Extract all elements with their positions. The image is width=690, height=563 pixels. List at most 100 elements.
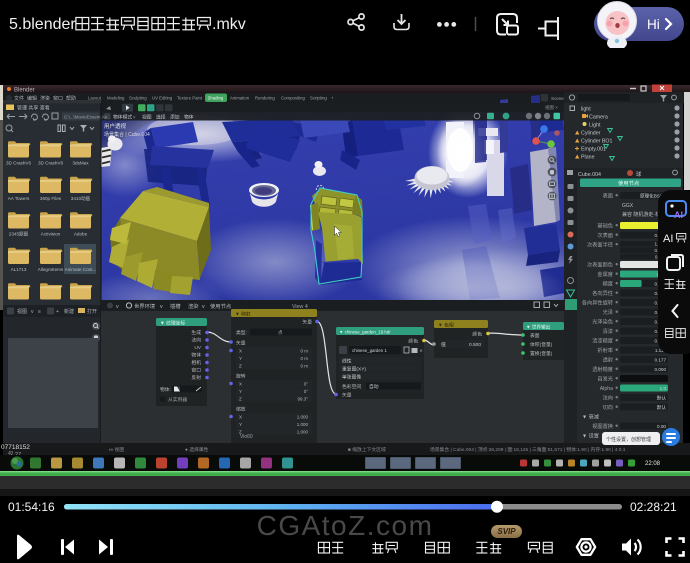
- svg-text:Camera: Camera: [589, 115, 608, 121]
- svg-text:AI: AI: [674, 210, 683, 220]
- svg-text:X: X: [239, 382, 242, 387]
- svg-text:用户透视: 用户透视: [104, 122, 127, 130]
- svg-text:置换(音量): 置换(音量): [530, 350, 553, 357]
- svg-text:使用节点: 使用节点: [618, 179, 640, 187]
- svg-text:v: v: [116, 304, 119, 310]
- svg-text:0°: 0°: [304, 382, 309, 387]
- svg-text:切向: 切向: [603, 403, 613, 411]
- svg-text:新建: 新建: [64, 308, 74, 315]
- svg-text:各向异性旋转: 各向异性旋转: [582, 298, 613, 306]
- svg-text:GGX: GGX: [622, 203, 634, 209]
- svg-text:渲染: 渲染: [188, 302, 199, 310]
- svg-text:法向: 法向: [603, 393, 613, 401]
- svg-text:Z: Z: [239, 364, 242, 369]
- svg-text:体积(音量): 体积(音量): [530, 341, 553, 348]
- svg-text:Scene: Scene: [551, 96, 564, 101]
- svg-text:默认: 默认: [657, 394, 667, 401]
- svg-text:个性设置，创想管理: 个性设置，创想管理: [606, 436, 651, 443]
- svg-text:场景集合 | Cube.004: 场景集合 | Cube.004: [104, 131, 150, 138]
- svg-text:颜色: 颜色: [408, 338, 418, 345]
- svg-text:Animation: Animation: [230, 96, 250, 101]
- svg-text:3D CrashV8: 3D CrashV8: [38, 161, 63, 166]
- svg-text:3D CrashV6: 3D CrashV6: [6, 161, 31, 166]
- svg-text:0.000: 0.000: [655, 367, 667, 372]
- svg-text:v: v: [160, 304, 163, 310]
- svg-text:视图: 视图: [142, 114, 152, 121]
- svg-text:金属度: 金属度: [597, 270, 613, 278]
- svg-text:Shading: Shading: [208, 96, 224, 101]
- svg-text:Z: Z: [239, 397, 242, 402]
- svg-text:1.000: 1.000: [297, 415, 309, 420]
- svg-text:Empty.001: Empty.001: [581, 147, 606, 153]
- svg-text:AL1713: AL1713: [11, 267, 27, 272]
- svg-text:◑v 视图: ◑v 视图: [108, 446, 124, 453]
- svg-text:v: v: [202, 304, 205, 310]
- svg-text:物体: 物体: [184, 114, 194, 121]
- svg-text:▼ 纹理坐标: ▼ 纹理坐标: [160, 320, 185, 327]
- svg-text:物体:: 物体:: [160, 386, 171, 393]
- svg-text:相机: 相机: [191, 359, 201, 366]
- svg-text:球: 球: [636, 170, 642, 178]
- svg-text:X: X: [239, 349, 242, 354]
- svg-text:▼ 世界输出: ▼ 世界输出: [526, 324, 551, 331]
- svg-text:Cylinder BO1: Cylinder BO1: [581, 139, 613, 145]
- svg-text:类型:: 类型:: [236, 329, 247, 336]
- svg-text:0.500: 0.500: [469, 342, 481, 348]
- svg-text:Rendering: Rendering: [255, 96, 275, 101]
- svg-text:UV: UV: [194, 345, 201, 351]
- svg-text:0.00: 0.00: [657, 424, 666, 429]
- svg-text:.mkv: .mkv: [212, 16, 246, 33]
- svg-text:使用节点: 使用节点: [210, 302, 232, 310]
- svg-text:法向: 法向: [191, 337, 201, 344]
- svg-text:AA Towers: AA Towers: [8, 196, 30, 201]
- svg-text:5.blender: 5.blender: [9, 16, 76, 33]
- svg-text:从实例器: 从实例器: [168, 396, 187, 403]
- svg-text:Adobe: Adobe: [74, 232, 88, 237]
- svg-text:Activision: Activision: [41, 232, 61, 237]
- svg-text:0°: 0°: [304, 389, 309, 394]
- svg-text:Y: Y: [239, 389, 242, 394]
- svg-text:打开: 打开: [87, 308, 97, 315]
- svg-text:次表面半径: 次表面半径: [587, 240, 613, 248]
- svg-text:▼ 映射: ▼ 映射: [235, 311, 251, 318]
- svg-text:透射糙度: 透射糙度: [592, 365, 613, 373]
- svg-text:▼ chinese_garden_19.hdr: ▼ chinese_garden_19.hdr: [339, 330, 391, 335]
- svg-text:矢量: 矢量: [302, 319, 312, 326]
- svg-text:3410动画: 3410动画: [71, 195, 91, 202]
- svg-text:■ 缩放上下文区域: ■ 缩放上下文区域: [348, 446, 386, 453]
- svg-text:自动: 自动: [369, 383, 379, 390]
- svg-text:清漆糙度: 清漆糙度: [592, 336, 613, 344]
- svg-text:反射: 反射: [191, 374, 201, 381]
- svg-text:AllegroItems: AllegroItems: [38, 267, 64, 272]
- svg-text:▼ 色相: ▼ 色相: [438, 322, 454, 329]
- svg-text:重复图(XY): 重复图(XY): [342, 366, 366, 373]
- svg-text:22:08: 22:08: [645, 461, 661, 467]
- svg-text:0 m: 0 m: [300, 364, 308, 369]
- svg-text:99.3°: 99.3°: [297, 397, 308, 402]
- svg-text:Texture Paint: Texture Paint: [177, 96, 203, 101]
- svg-text:1.0: 1.0: [660, 386, 667, 391]
- svg-text:基础色: 基础色: [597, 221, 613, 229]
- svg-text:▼ 衰减: ▼ 衰减: [582, 412, 600, 420]
- svg-text:Cylinder: Cylinder: [581, 131, 601, 137]
- svg-text:1.000: 1.000: [297, 430, 309, 435]
- svg-text:透射: 透射: [603, 355, 613, 363]
- svg-text:Animate Cont...: Animate Cont...: [65, 267, 97, 272]
- svg-text:添加: 添加: [170, 114, 180, 121]
- svg-text:各向异性: 各向异性: [592, 289, 613, 297]
- svg-text:0 m: 0 m: [300, 356, 308, 361]
- svg-text:0 m: 0 m: [300, 349, 308, 354]
- svg-text:值: 值: [441, 341, 446, 348]
- svg-text:插槽: 插槽: [170, 302, 181, 310]
- svg-text:默认: 默认: [657, 404, 667, 411]
- svg-text:场景集合 | Cube.004 | 顶点:26,209 |: 场景集合 | Cube.004 | 顶点:26,209 | 面:18,125 |…: [430, 446, 626, 453]
- svg-text:light: light: [581, 107, 591, 113]
- svg-text:清漆: 清漆: [603, 327, 613, 335]
- svg-text:光泽染色: 光泽染色: [592, 317, 613, 325]
- svg-text:+: +: [56, 309, 59, 315]
- svg-text:3dsMax: 3dsMax: [72, 161, 89, 166]
- svg-text:糙度: 糙度: [603, 279, 613, 287]
- svg-text:Y: Y: [239, 422, 242, 427]
- svg-text:▼ 设置: ▼ 设置: [582, 431, 599, 439]
- svg-text:Y: Y: [239, 356, 242, 361]
